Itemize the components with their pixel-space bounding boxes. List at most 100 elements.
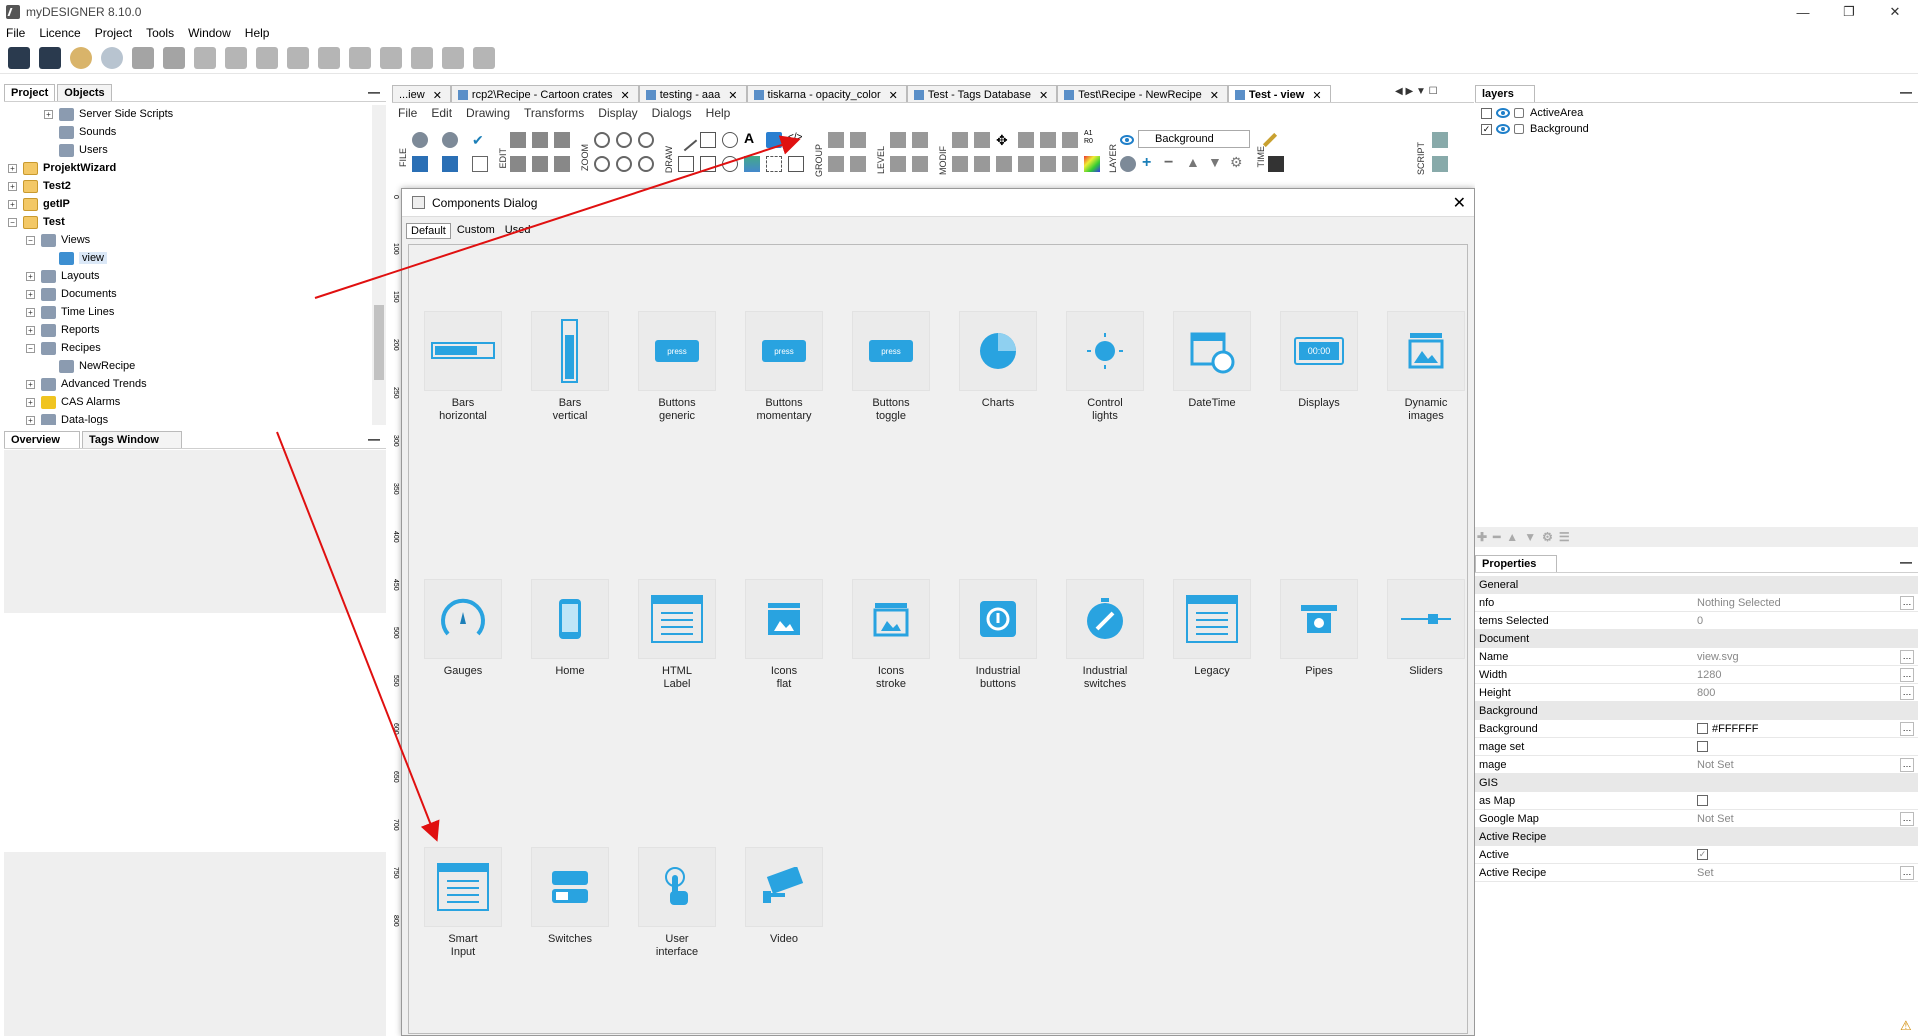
view-menu-help[interactable]: Help [706,106,731,120]
save-all-icon[interactable] [39,46,61,69]
search-view-icon[interactable] [225,46,247,69]
component-item[interactable]: Industrial switches [1057,579,1153,699]
expand-toggle-icon[interactable]: − [8,217,17,227]
minimize-panel-icon[interactable]: — [368,432,380,446]
print-preview-icon[interactable] [472,156,488,172]
rectangle-tool-icon[interactable] [700,132,716,148]
tree-item[interactable]: +Users [44,141,108,159]
minimize-button[interactable]: — [1780,0,1826,24]
menu-window[interactable]: Window [188,26,231,40]
layer-down-icon[interactable]: ▼ [1208,154,1224,170]
property-row[interactable]: Google Map Not Set… [1475,810,1918,828]
tab-overview[interactable]: Overview [4,431,80,448]
send-back-icon[interactable] [890,156,906,172]
move-up-icon[interactable]: ▲ [1506,530,1518,544]
doc-tab[interactable]: testing - aaa ✕ [638,85,747,102]
add-layer-icon[interactable]: ✚ [1477,530,1487,544]
group-icon[interactable] [828,132,844,148]
tab-custom[interactable]: Custom [453,223,499,239]
lock-icon[interactable] [1514,124,1524,134]
component-item[interactable]: HTML Label [629,579,725,699]
property-row[interactable]: mage Not Set… [1475,756,1918,774]
property-value[interactable] [1693,741,1900,752]
pencil-icon[interactable] [1262,132,1278,148]
expand-toggle-icon[interactable]: + [26,307,35,317]
property-row[interactable]: Background #FFFFFF… [1475,720,1918,738]
component-item[interactable]: Home [522,579,618,699]
warning-icon[interactable]: ⚠ [1900,1018,1914,1033]
doc-tab[interactable]: Test - Tags Database ✕ [906,85,1058,102]
film-icon[interactable] [1268,156,1284,172]
delete-icon[interactable] [554,156,570,172]
fill-icon[interactable] [974,156,990,172]
component-item[interactable]: Icons flat [736,579,832,699]
distribute-icon[interactable] [952,156,968,172]
expand-toggle-icon[interactable]: − [26,343,35,353]
component-item[interactable]: press Buttons generic [629,311,725,431]
bring-front-icon[interactable] [890,132,906,148]
layer-checkbox[interactable]: ✓ [1481,123,1492,135]
duplicate-icon[interactable] [510,156,526,172]
property-row[interactable]: Active ✓ [1475,846,1918,864]
delete-view-icon[interactable] [349,46,371,69]
component-item[interactable]: Smart Input [415,847,511,967]
doc-tab[interactable]: tiskarna - opacity_color ✕ [746,85,907,102]
expand-toggle-icon[interactable]: + [26,289,35,299]
property-value[interactable]: Set [1693,867,1900,879]
tree-item[interactable]: + Documents [26,285,117,303]
expand-toggle-icon[interactable]: + [26,325,35,335]
bring-forward-icon[interactable] [912,132,928,148]
tree-item[interactable]: + ProjektWizard [8,159,116,177]
tree-item[interactable]: +NewRecipe [44,357,135,375]
menu-file[interactable]: File [6,26,25,40]
flip-icon[interactable] [1040,156,1056,172]
property-row[interactable]: tems Selected 0 [1475,612,1918,630]
component-item[interactable]: Pipes [1271,579,1367,699]
expand-toggle-icon[interactable]: − [26,235,35,245]
menu-project[interactable]: Project [95,26,132,40]
monitor-icon[interactable] [194,46,216,69]
save-icon[interactable] [412,156,428,172]
component-item[interactable]: Sliders [1378,579,1474,699]
layer-row[interactable]: ✓ Background [1475,121,1918,137]
tree-item[interactable]: + Server Side Scripts [44,105,173,123]
save-copy-icon[interactable] [442,156,458,172]
edit-property-button[interactable]: … [1900,595,1914,610]
tab-used[interactable]: Used [501,223,535,239]
property-row[interactable]: Active Recipe Set… [1475,864,1918,882]
tree-item[interactable]: + Reports [26,321,100,339]
tree-item[interactable]: + Time Lines [26,303,114,321]
property-row[interactable]: Name view.svg… [1475,648,1918,666]
layer-gear-icon[interactable]: ⚙ [1230,154,1246,170]
send-backward-icon[interactable] [912,156,928,172]
zoom-in-icon[interactable] [594,132,610,148]
view-menu-display[interactable]: Display [598,106,637,120]
tree-item[interactable]: + Layouts [26,267,100,285]
menu-tools[interactable]: Tools [146,26,174,40]
property-value[interactable] [1693,795,1900,806]
settings-icon[interactable]: ⚙ [1542,530,1553,544]
property-value[interactable]: Not Set [1693,813,1900,825]
component-item[interactable]: User interface [629,847,725,967]
group-enter-icon[interactable] [828,156,844,172]
paste-icon[interactable] [554,132,570,148]
close-window-button[interactable]: ✕ [1872,0,1918,24]
edit-property-button[interactable]: … [1900,811,1914,826]
component-item[interactable]: Dynamic images [1378,311,1474,431]
view-menu-dialogs[interactable]: Dialogs [652,106,692,120]
minimize-panel-icon[interactable]: — [368,85,380,99]
tree-item[interactable]: − Views [26,231,90,249]
rounded-rect-icon[interactable] [700,156,716,172]
copy-icon[interactable] [473,46,495,69]
copy-icon[interactable] [532,132,548,148]
property-checkbox[interactable] [1697,795,1708,806]
view-menu-file[interactable]: File [398,106,417,120]
component-item[interactable]: Icons stroke [843,579,939,699]
layer-checkbox[interactable] [1481,107,1492,119]
component-item[interactable]: Video [736,847,832,967]
component-item[interactable]: Control lights [1057,311,1153,431]
expand-toggle-icon[interactable]: + [8,163,17,173]
doc-tab[interactable]: Test\Recipe - NewRecipe ✕ [1057,85,1228,102]
property-row[interactable]: mage set [1475,738,1918,756]
line-tool-icon[interactable] [674,128,698,152]
